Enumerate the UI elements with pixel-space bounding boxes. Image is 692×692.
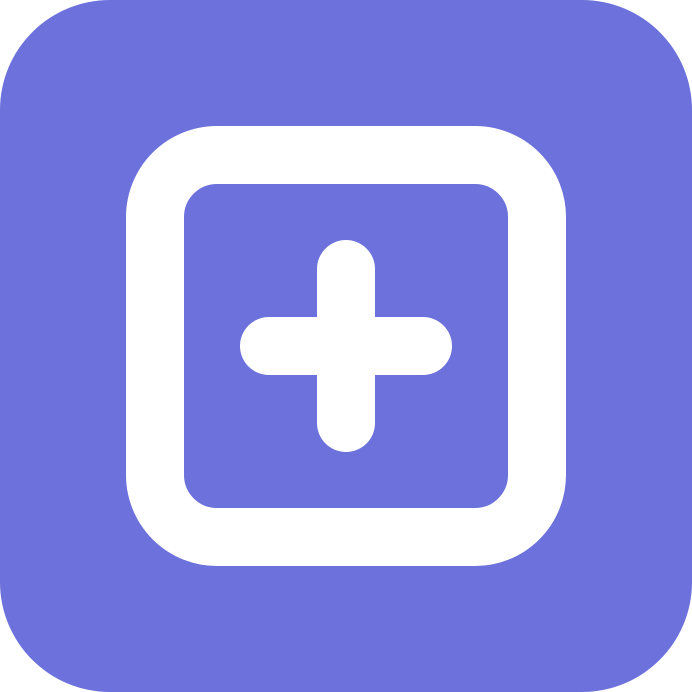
add-square-icon — [126, 126, 566, 566]
add-app-icon[interactable] — [0, 0, 692, 692]
